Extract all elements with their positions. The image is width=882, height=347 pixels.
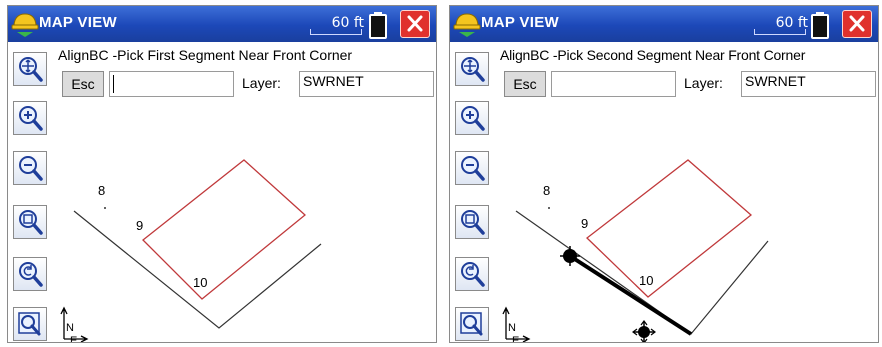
zoom-window-icon [19, 210, 43, 235]
map-toolbar [450, 43, 498, 342]
point-label-9: 9 [581, 216, 588, 231]
zoom-window-button[interactable] [455, 205, 489, 239]
point-label-8: 8 [543, 183, 550, 198]
command-input[interactable] [109, 71, 234, 97]
close-icon [849, 15, 865, 32]
segment-end-grip-icon [632, 320, 656, 342]
map-toolbar [8, 43, 56, 342]
map-select-button[interactable] [455, 307, 489, 341]
map-view-window-right: MAP VIEW 60 ft AlignBC -Pick Second Segm… [449, 5, 879, 343]
boundary-line [73, 210, 322, 329]
map-view-window-left: MAP VIEW 60 ft AlignBC -Pick First Segme… [7, 5, 437, 343]
close-button[interactable] [842, 10, 872, 38]
selected-segment [568, 254, 693, 336]
segment-start-grip-icon [560, 246, 580, 266]
map-canvas[interactable]: 8 9 10 N E [498, 99, 878, 342]
layer-label: Layer: [242, 75, 281, 91]
point-label-8: 8 [98, 183, 105, 198]
scale-value: 60 ft [775, 15, 808, 31]
zoom-window-icon [461, 210, 485, 235]
point-8-marker [548, 207, 550, 209]
title-bar: MAP VIEW 60 ft [450, 6, 878, 42]
north-east-axis-icon: N E [502, 306, 531, 343]
north-east-axis-icon: N E [60, 306, 89, 343]
zoom-window-button[interactable] [13, 205, 47, 239]
map-select-icon [460, 312, 483, 336]
zoom-extents-button[interactable] [13, 52, 47, 86]
esc-button[interactable]: Esc [62, 71, 104, 97]
map-drawing: 8 9 10 N E [502, 159, 769, 343]
zoom-in-icon [19, 106, 43, 131]
zoom-extents-icon [19, 57, 43, 82]
layer-label: Layer: [684, 75, 723, 91]
east-axis-label: E [512, 335, 519, 343]
battery-icon [811, 12, 829, 39]
app-logo-icon [453, 13, 481, 37]
north-axis-label: N [66, 322, 74, 334]
zoom-extents-button[interactable] [455, 52, 489, 86]
layer-field[interactable]: SWRNET [741, 71, 876, 97]
zoom-out-icon [461, 156, 485, 181]
zoom-out-button[interactable] [13, 151, 47, 185]
zoom-in-button[interactable] [455, 101, 489, 135]
close-icon [407, 15, 423, 32]
window-title: MAP VIEW [481, 14, 559, 31]
east-axis-label: E [70, 335, 77, 343]
zoom-previous-button[interactable] [455, 257, 489, 291]
map-drawing: 8 9 10 N E [60, 159, 322, 343]
zoom-in-button[interactable] [13, 101, 47, 135]
esc-button[interactable]: Esc [504, 71, 546, 97]
battery-icon [369, 12, 387, 39]
map-select-icon [18, 312, 41, 336]
command-input[interactable] [551, 71, 676, 97]
title-bar: MAP VIEW 60 ft [8, 6, 436, 42]
zoom-extents-icon [461, 57, 485, 82]
map-scale: 60 ft [752, 12, 810, 38]
point-label-10: 10 [639, 273, 653, 288]
command-bar: Esc Layer: SWRNET [498, 69, 878, 99]
zoom-previous-icon [461, 262, 485, 287]
scale-value: 60 ft [331, 15, 364, 31]
map-scale: 60 ft [308, 12, 366, 38]
lot-outline [586, 159, 753, 298]
point-8-marker [104, 207, 106, 209]
command-prompt: AlignBC -Pick First Segment Near Front C… [58, 47, 353, 63]
command-bar: Esc Layer: SWRNET [56, 69, 436, 99]
zoom-out-button[interactable] [455, 151, 489, 185]
map-select-button[interactable] [13, 307, 47, 341]
text-caret [113, 75, 114, 93]
command-prompt: AlignBC -Pick Second Segment Near Front … [500, 47, 806, 63]
north-axis-label: N [508, 322, 516, 334]
zoom-previous-button[interactable] [13, 257, 47, 291]
zoom-previous-icon [19, 262, 43, 287]
app-logo-icon [11, 13, 39, 37]
zoom-out-icon [19, 156, 43, 181]
zoom-in-icon [461, 106, 485, 131]
point-label-9: 9 [136, 218, 143, 233]
window-title: MAP VIEW [39, 14, 117, 31]
lot-outline [142, 159, 306, 300]
map-canvas[interactable]: 8 9 10 N E [56, 99, 436, 342]
layer-field[interactable]: SWRNET [299, 71, 434, 97]
close-button[interactable] [400, 10, 430, 38]
point-label-10: 10 [193, 275, 207, 290]
